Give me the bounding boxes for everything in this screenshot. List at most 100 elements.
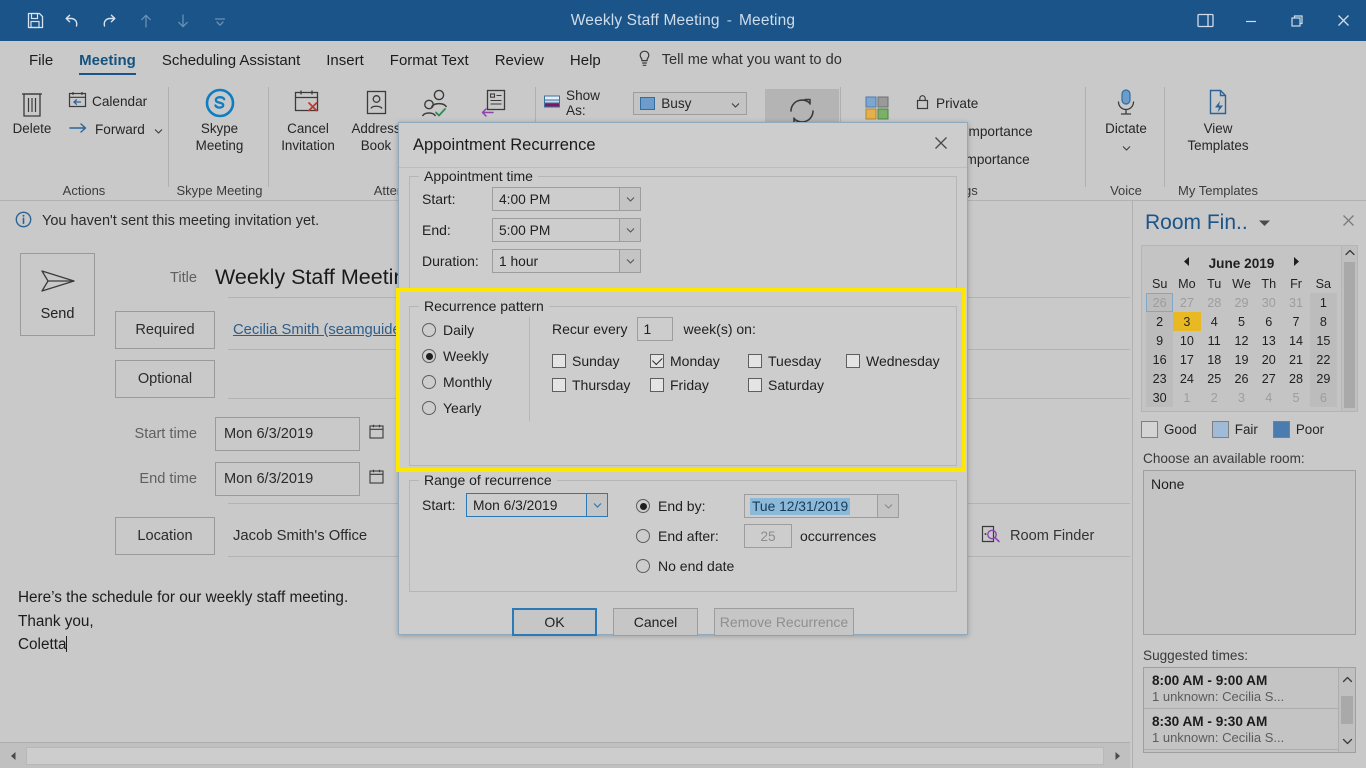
suggested-time-item[interactable]: 8:00 AM - 9:00 AM 1 unknown: Cecilia S..… [1144, 668, 1338, 709]
calendar-day[interactable]: 1 [1309, 293, 1337, 312]
weekday-monday[interactable]: Monday [650, 353, 748, 369]
customize-qat-icon[interactable] [203, 6, 237, 36]
tell-me-search[interactable]: Tell me what you want to do [636, 49, 842, 72]
scroll-up-icon[interactable] [1342, 670, 1353, 688]
checkbox-friday[interactable] [650, 378, 664, 392]
title-value[interactable]: Weekly Staff Meeting [215, 265, 417, 290]
chevron-down-icon[interactable] [877, 494, 899, 518]
skype-meeting-button[interactable]: Skype Meeting [172, 79, 267, 155]
calendar-day[interactable]: 29 [1309, 369, 1337, 388]
calendar-day[interactable]: 29 [1228, 293, 1255, 312]
radio-end-by[interactable] [636, 499, 650, 513]
forward-button[interactable]: Forward [64, 115, 167, 143]
end-time-value[interactable]: 5:00 PM [492, 218, 619, 242]
calendar-day[interactable]: 2 [1201, 388, 1228, 407]
radio-monthly[interactable] [422, 375, 436, 389]
end-time-combo[interactable]: 5:00 PM [492, 218, 641, 242]
suggested-time-item[interactable]: 8:30 AM - 9:30 AM 1 unknown: Cecilia S..… [1144, 709, 1338, 750]
calendar-day[interactable]: 27 [1173, 293, 1200, 312]
scroll-down-icon[interactable] [1342, 732, 1353, 750]
weekday-tuesday[interactable]: Tuesday [748, 353, 846, 369]
calendar-day[interactable]: 11 [1201, 331, 1228, 350]
room-list-item[interactable]: None [1151, 476, 1348, 492]
weekday-wednesday[interactable]: Wednesday [846, 353, 944, 369]
required-button[interactable]: Required [115, 311, 215, 349]
frequency-yearly[interactable]: Yearly [422, 395, 521, 421]
scroll-left-icon[interactable] [2, 744, 24, 767]
calendar-day[interactable]: 4 [1255, 388, 1282, 407]
calendar-day[interactable]: 27 [1255, 369, 1282, 388]
calendar-day[interactable]: 9 [1146, 331, 1174, 350]
scroll-right-icon[interactable] [1106, 744, 1128, 767]
calendar-day[interactable]: 2 [1146, 312, 1174, 331]
checkbox-saturday[interactable] [748, 378, 762, 392]
tab-meeting[interactable]: Meeting [66, 41, 149, 79]
tab-help[interactable]: Help [557, 41, 614, 79]
calendar-day[interactable]: 28 [1201, 293, 1228, 312]
calendar-day[interactable]: 7 [1282, 312, 1309, 331]
location-button[interactable]: Location [115, 517, 215, 555]
duration-combo[interactable]: 1 hour [492, 249, 641, 273]
horizontal-scrollbar[interactable] [0, 742, 1130, 768]
check-names-button[interactable] [408, 79, 466, 121]
calendar-day[interactable]: 17 [1173, 350, 1200, 369]
calendar-day[interactable]: 5 [1282, 388, 1309, 407]
chevron-down-icon[interactable] [619, 187, 641, 211]
radio-weekly[interactable] [422, 349, 436, 363]
send-button[interactable]: Send [20, 253, 95, 336]
scroll-track[interactable] [26, 746, 1104, 765]
available-rooms-list[interactable]: None [1143, 470, 1356, 635]
up-arrow-icon[interactable] [129, 6, 163, 36]
calendar-scrollbar[interactable] [1341, 246, 1357, 411]
next-month-icon[interactable] [1292, 256, 1301, 270]
calendar-day[interactable]: 6 [1309, 388, 1337, 407]
checkbox-thursday[interactable] [552, 378, 566, 392]
end-date-input[interactable]: Mon 6/3/2019 [215, 462, 360, 496]
calendar-day[interactable]: 31 [1282, 293, 1309, 312]
room-finder-button[interactable]: Room Finder [980, 524, 1094, 548]
checkbox-sunday[interactable] [552, 354, 566, 368]
weekday-friday[interactable]: Friday [650, 377, 748, 393]
range-start-value[interactable]: Mon 6/3/2019 [466, 493, 586, 517]
calendar-day[interactable]: 23 [1146, 369, 1174, 388]
calendar-day[interactable]: 26 [1146, 293, 1174, 312]
end-after-input[interactable]: 25 [744, 524, 792, 548]
end-by-input[interactable]: Tue 12/31/2019 [744, 494, 877, 518]
tab-format-text[interactable]: Format Text [377, 41, 482, 79]
calendar-scroll-thumb[interactable] [1344, 262, 1355, 408]
restore-icon[interactable] [1274, 0, 1320, 41]
suggested-times-scrollbar[interactable] [1338, 668, 1355, 752]
show-as-control[interactable]: Show As: Busy [539, 88, 751, 118]
calendar-picker-icon[interactable] [368, 468, 385, 490]
delete-button[interactable]: Delete [0, 79, 64, 138]
prev-month-icon[interactable] [1182, 256, 1191, 270]
calendar-day[interactable]: 10 [1173, 331, 1200, 350]
weekday-sunday[interactable]: Sunday [552, 353, 650, 369]
radio-no-end-date[interactable] [636, 559, 650, 573]
ok-button[interactable]: OK [512, 608, 597, 636]
tab-review[interactable]: Review [482, 41, 557, 79]
chevron-down-icon[interactable] [1122, 139, 1131, 156]
minimize-icon[interactable] [1228, 0, 1274, 41]
dictate-button[interactable]: Dictate [1089, 79, 1163, 156]
range-start-combo[interactable]: Mon 6/3/2019 [466, 493, 608, 517]
calendar-picker-icon[interactable] [368, 423, 385, 445]
calendar-day[interactable]: 15 [1309, 331, 1337, 350]
duration-value[interactable]: 1 hour [492, 249, 619, 273]
calendar-day[interactable]: 3 [1228, 388, 1255, 407]
calendar-day[interactable]: 24 [1173, 369, 1200, 388]
chevron-down-icon[interactable] [586, 493, 608, 517]
calendar-day[interactable]: 16 [1146, 350, 1174, 369]
close-icon[interactable] [1341, 213, 1356, 233]
checkbox-wednesday[interactable] [846, 354, 860, 368]
calendar-day[interactable]: 13 [1255, 331, 1282, 350]
cancel-invitation-button[interactable]: Cancel Invitation [272, 79, 344, 155]
save-icon[interactable] [18, 6, 52, 36]
weekday-thursday[interactable]: Thursday [552, 377, 650, 393]
chevron-down-icon[interactable] [619, 218, 641, 242]
response-options-button[interactable] [466, 79, 524, 121]
frequency-daily[interactable]: Daily [422, 317, 521, 343]
calendar-day[interactable]: 20 [1255, 350, 1282, 369]
tab-insert[interactable]: Insert [313, 41, 377, 79]
weekday-saturday[interactable]: Saturday [748, 377, 846, 393]
